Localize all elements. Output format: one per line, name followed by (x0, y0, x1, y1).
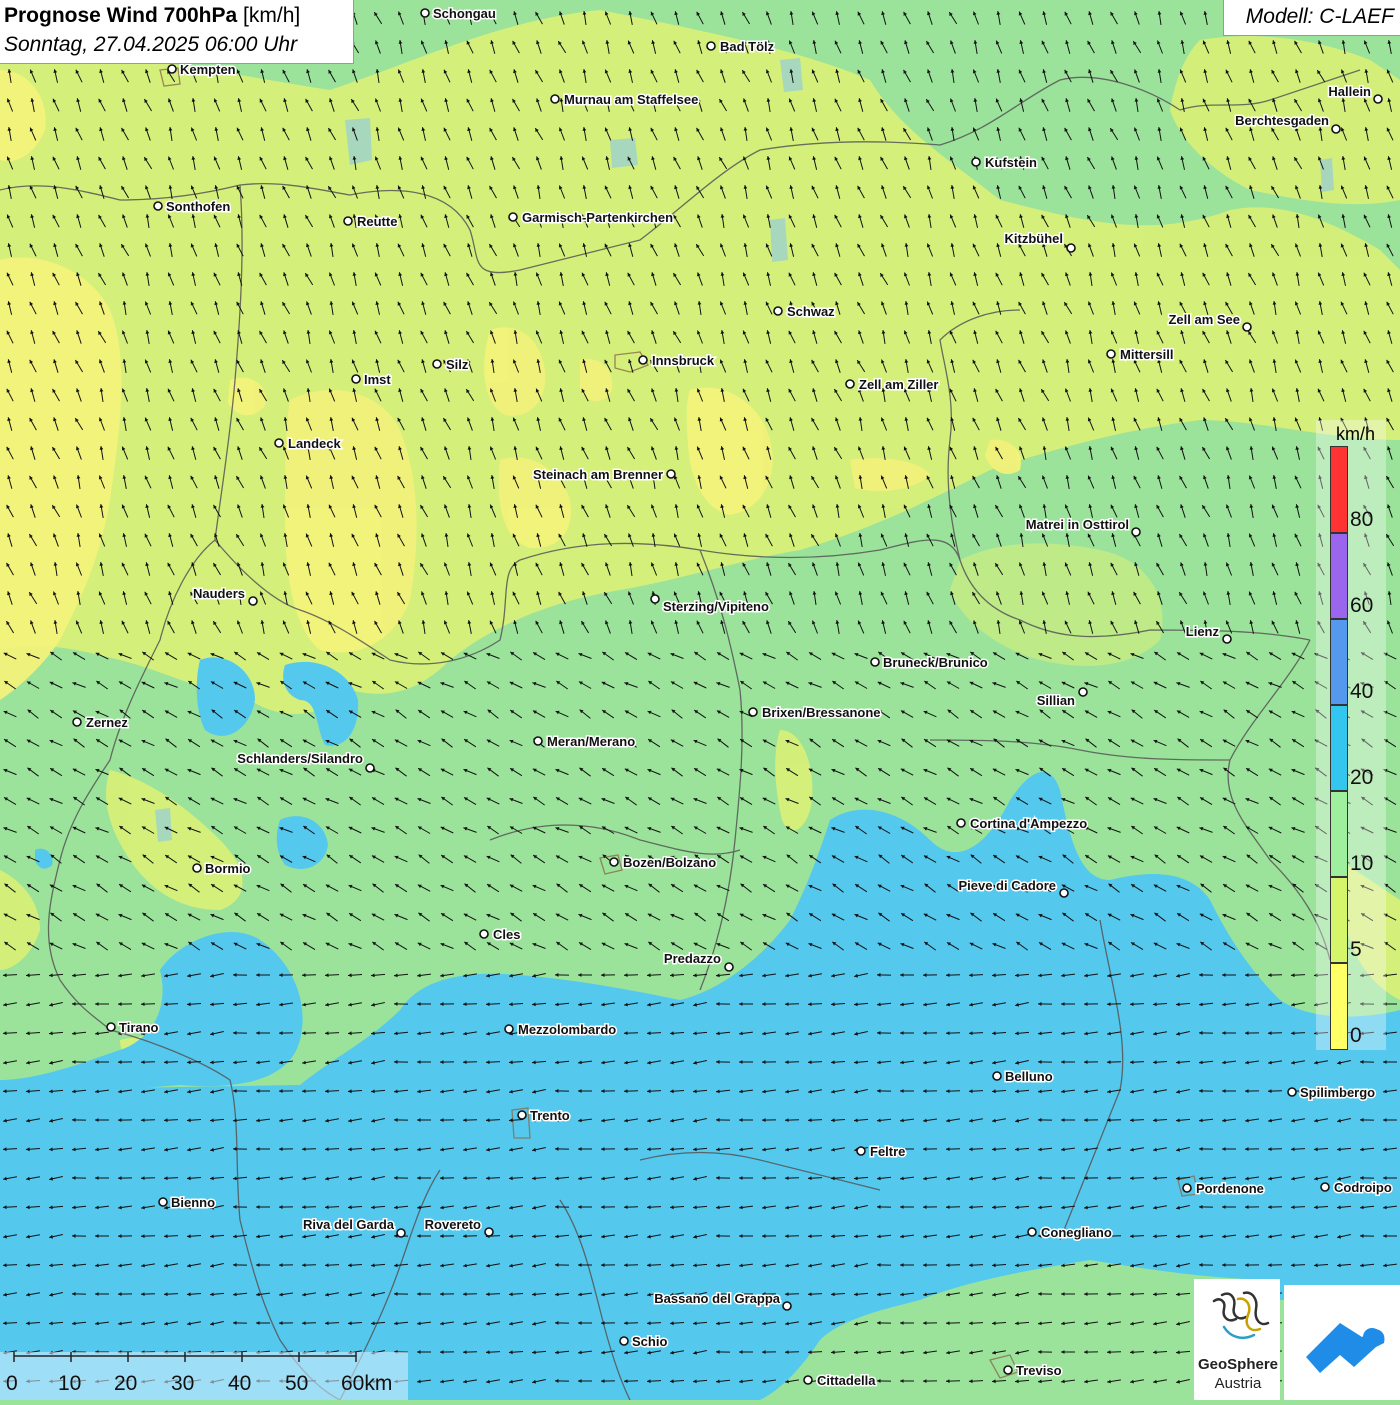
wind-map: SchongauBad TölzKemptenMurnau am Staffel… (0, 0, 1400, 1400)
